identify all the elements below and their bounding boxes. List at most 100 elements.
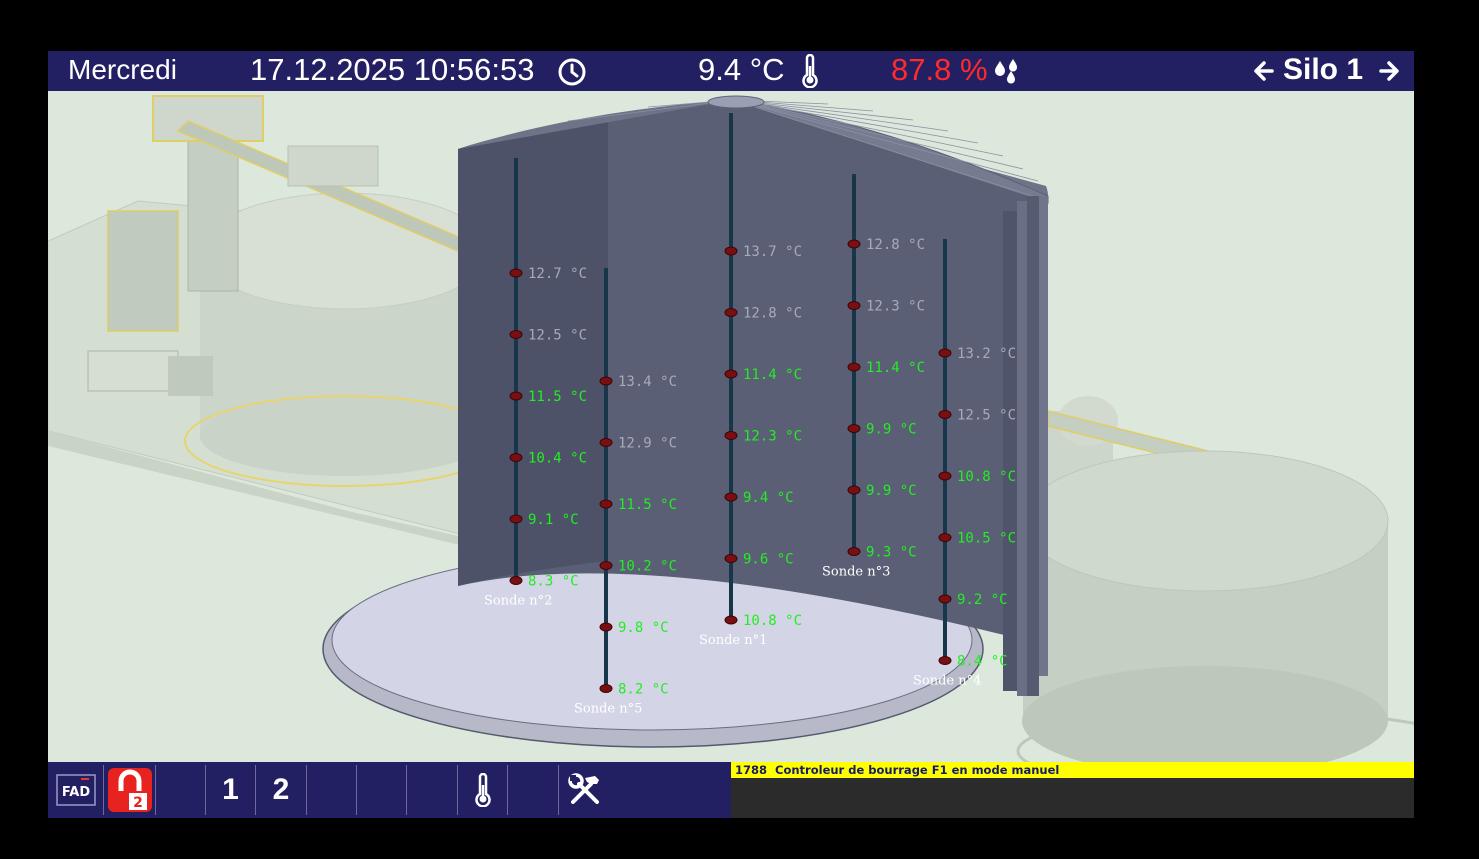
empty-button-4[interactable] [407, 765, 458, 815]
sensor-reading: 11.4 °C [866, 360, 925, 376]
sensor-reading: 12.8 °C [743, 306, 802, 322]
sensor-dot [938, 471, 952, 481]
empty-button-1[interactable] [156, 765, 206, 815]
datetime-label: 17.12.2025 10:56:53 [250, 52, 535, 87]
tools-button[interactable] [559, 765, 611, 815]
thermometer-icon [802, 54, 818, 88]
sensor-reading: 9.9 °C [866, 422, 917, 438]
sensor-dot [724, 615, 738, 625]
sensor-reading: 9.4 °C [743, 490, 794, 506]
sensor-dot [724, 431, 738, 440]
padlock-icon: 2 [107, 768, 152, 812]
humidity-value: 87.8 % [891, 52, 988, 87]
sensor-dot [847, 239, 861, 249]
sensor-reading: 9.2 °C [957, 592, 1008, 608]
sensor-reading: 12.5 °C [957, 408, 1016, 424]
sensor-reading: 10.8 °C [743, 613, 802, 629]
empty-button-3[interactable] [357, 765, 407, 815]
sensor-reading: 9.3 °C [866, 545, 917, 561]
button-2[interactable]: 2 [256, 765, 307, 815]
sensor-dot [724, 246, 738, 256]
sensor-dot [847, 362, 861, 372]
sensor-reading: 12.7 °C [528, 266, 587, 282]
sensor-dot [938, 410, 952, 419]
sensor-reading: 10.2 °C [618, 559, 677, 575]
arrow-left-icon[interactable] [1252, 59, 1276, 83]
arrow-right-icon[interactable] [1377, 59, 1401, 83]
header-bar: Mercredi 17.12.2025 10:56:53 9.4 °C 87.8… [48, 51, 1414, 91]
sensor-dot [599, 499, 613, 509]
button-1[interactable]: 1 [206, 765, 256, 815]
alarm-code: 1788 [735, 763, 768, 777]
sensor-dot [724, 554, 738, 563]
sensor-dot [599, 438, 613, 447]
sensor-dot [938, 533, 952, 542]
silo-name: Silo 1 [1283, 53, 1364, 86]
probe-label: Sonde n°3 [822, 565, 890, 580]
empty-button-5[interactable] [508, 765, 559, 815]
sensor-dot [847, 485, 861, 495]
sensor-dot [599, 561, 613, 570]
outside-temperature: 9.4 °C [698, 52, 785, 87]
silo-view-screen: Mercredi 17.12.2025 10:56:53 9.4 °C 87.8… [48, 51, 1414, 818]
lock-2-button[interactable]: 2 [104, 765, 156, 815]
sensor-dot [599, 376, 613, 386]
sensor-dot [509, 576, 523, 585]
sensor-reading: 12.3 °C [866, 299, 925, 315]
sensor-reading: 10.5 °C [957, 531, 1016, 547]
empty-button-2[interactable] [307, 765, 357, 815]
sensor-dot [509, 453, 523, 462]
humidity-drops-icon [995, 59, 1017, 84]
sensor-dot [938, 656, 952, 665]
sensor-reading: 11.4 °C [743, 367, 802, 383]
alarm-message: Controleur de bourrage F1 en mode manuel [775, 763, 1060, 777]
sensor-reading: 11.5 °C [528, 389, 587, 405]
sensor-reading: 11.5 °C [618, 497, 677, 513]
alarm-row[interactable]: 1788 Controleur de bourrage F1 en mode m… [731, 762, 1414, 778]
sensor-reading: 12.3 °C [743, 429, 802, 445]
sensor-reading: 8.2 °C [618, 682, 669, 698]
sensor-reading: 12.9 °C [618, 436, 677, 452]
alarm-panel: 1788 Controleur de bourrage F1 en mode m… [731, 762, 1414, 818]
sensor-reading: 12.8 °C [866, 237, 925, 253]
thermometer-icon [474, 772, 491, 808]
sensor-reading: 9.9 °C [866, 483, 917, 499]
toolbar: FAD 2 1 2 [48, 762, 730, 818]
sensor-reading: 10.4 °C [528, 451, 587, 467]
probe-label: Sonde n°1 [699, 633, 767, 648]
weekday-label: Mercredi [68, 54, 177, 85]
sensor-reading: 9.8 °C [618, 620, 669, 636]
fad-label: FAD [61, 785, 89, 800]
sensor-dot [847, 424, 861, 433]
probe-label: Sonde n°4 [913, 674, 981, 689]
fad-icon: FAD [55, 774, 96, 806]
thermometer-button[interactable] [458, 765, 508, 815]
probe-label: Sonde n°2 [484, 594, 552, 609]
sensor-dot [509, 514, 523, 524]
sensor-reading: 10.8 °C [957, 469, 1016, 485]
sensor-dot [509, 330, 523, 339]
sensor-dot [938, 594, 952, 604]
sensor-reading: 13.7 °C [743, 244, 802, 260]
sensor-reading: 9.1 °C [528, 512, 579, 528]
sensor-reading: 8.4 °C [957, 654, 1008, 670]
sensor-reading: 13.4 °C [618, 374, 677, 390]
sensor-reading: 13.2 °C [957, 346, 1016, 362]
clock-icon [558, 58, 586, 86]
hammer-wrench-icon [568, 773, 599, 804]
sensor-dot [599, 684, 613, 693]
sensor-reading: 9.6 °C [743, 552, 794, 568]
probe-label: Sonde n°5 [574, 702, 642, 717]
sensor-dot [599, 622, 613, 632]
sensor-dot [509, 391, 523, 401]
sensor-dot [938, 348, 952, 358]
sensor-dot [509, 268, 523, 278]
sensor-dot [847, 547, 861, 556]
footer-bar: FAD 2 1 2 1788 Controleur de bourrage F1… [48, 762, 1414, 818]
fad-button[interactable]: FAD [48, 765, 104, 815]
sensor-dot [724, 308, 738, 317]
sensor-dot [847, 301, 861, 310]
sensor-reading: 12.5 °C [528, 328, 587, 344]
silo-3d-scene: 12.7 °C 12.5 °C 11.5 °C 10.4 °C 9.1 °C 8.3 °C… [48, 95, 1414, 762]
lock-level-label: 2 [133, 795, 143, 811]
